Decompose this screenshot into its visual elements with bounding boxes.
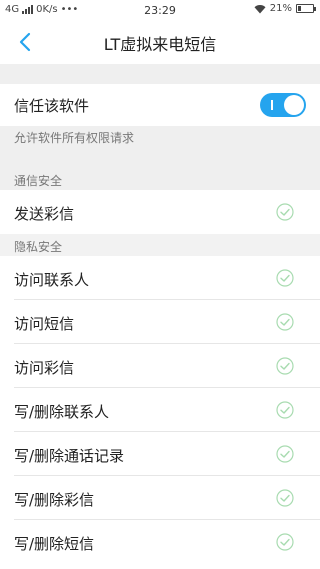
permission-label: 发送彩信 — [14, 205, 75, 223]
check-circle-icon — [276, 269, 294, 287]
permission-row-send-mms[interactable]: 发送彩信 — [0, 190, 320, 234]
status-right: 21% — [254, 3, 316, 14]
permission-row-read-mms[interactable]: 访问彩信 — [0, 344, 320, 388]
check-circle-icon — [276, 203, 294, 221]
permission-label: 写/删除短信 — [14, 535, 95, 553]
app-header: LT虚拟来电短信 — [0, 20, 320, 64]
toggle-on-mark — [271, 100, 273, 110]
section-header-communication: 通信安全 — [0, 166, 320, 190]
section-title: 通信安全 — [14, 174, 63, 188]
trust-app-toggle[interactable] — [260, 93, 306, 117]
section-header-privacy: 隐私安全 — [0, 234, 320, 256]
permission-row-write-mms[interactable]: 写/删除彩信 — [0, 476, 320, 520]
page-title: LT虚拟来电短信 — [103, 35, 217, 54]
trust-note: 允许软件所有权限请求 — [0, 126, 320, 166]
permission-row-read-sms[interactable]: 访问短信 — [0, 300, 320, 344]
check-circle-icon — [276, 533, 294, 551]
permission-row-write-contacts[interactable]: 写/删除联系人 — [0, 388, 320, 432]
toggle-knob — [284, 95, 304, 115]
battery-percent: 21% — [269, 3, 292, 14]
status-bar: 4G 0K/s ••• 23:29 21% — [0, 0, 320, 20]
battery-icon — [296, 4, 316, 13]
trust-app-row[interactable]: 信任该软件 — [0, 84, 320, 126]
check-circle-icon — [276, 401, 294, 419]
permission-row-write-sms[interactable]: 写/删除短信 — [0, 520, 320, 564]
trust-note-text: 允许软件所有权限请求 — [14, 131, 135, 145]
section-title: 隐私安全 — [14, 240, 63, 254]
permission-row-read-contacts[interactable]: 访问联系人 — [0, 256, 320, 300]
battery-fill — [298, 6, 301, 11]
permission-label: 写/删除彩信 — [14, 491, 95, 509]
check-circle-icon — [276, 357, 294, 375]
permission-row-write-call-log[interactable]: 写/删除通话记录 — [0, 432, 320, 476]
check-circle-icon — [276, 445, 294, 463]
check-circle-icon — [276, 489, 294, 507]
permission-label: 写/删除联系人 — [14, 403, 110, 421]
trust-app-label: 信任该软件 — [14, 97, 90, 115]
permission-label: 访问短信 — [14, 315, 75, 333]
top-spacer — [0, 64, 320, 84]
permission-label: 访问联系人 — [14, 271, 90, 289]
permission-label: 访问彩信 — [14, 359, 75, 377]
permission-label: 写/删除通话记录 — [14, 447, 125, 465]
check-circle-icon — [276, 313, 294, 331]
wifi-icon — [254, 4, 266, 13]
